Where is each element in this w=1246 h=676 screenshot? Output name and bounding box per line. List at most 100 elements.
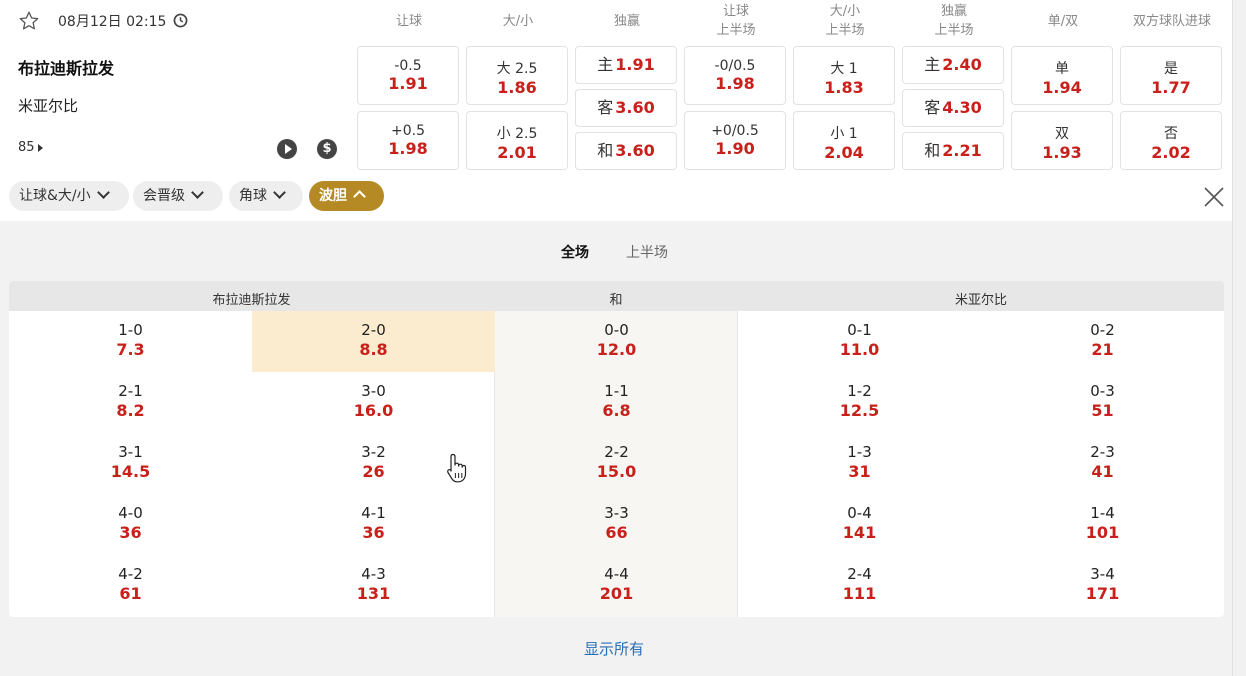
odds-button[interactable]: 主 1.91	[575, 46, 677, 84]
market-header-2: 独赢	[575, 12, 679, 31]
score-cell[interactable]: 0-1 11.0	[738, 311, 981, 372]
score-odd: 6.8	[602, 401, 631, 420]
chevron-up-icon	[353, 190, 366, 203]
score-cell[interactable]: 4-4 201	[495, 555, 738, 616]
score-label: 0-3	[1090, 382, 1115, 400]
odds-value: 2.04	[824, 143, 864, 162]
odds-button[interactable]: 大 2.5 1.86	[466, 46, 568, 105]
dollar-icon[interactable]: $	[317, 139, 337, 159]
score-odd: 14.5	[110, 462, 151, 481]
score-cell[interactable]: 4-2 61	[9, 555, 252, 616]
market-header-7: 双方球队进球	[1120, 12, 1224, 31]
score-label: 1-0	[118, 321, 143, 339]
score-label: 1-3	[847, 443, 872, 461]
score-cell[interactable]: 1-0 7.3	[9, 311, 252, 372]
score-odd: 66	[605, 523, 628, 542]
score-odd: 21	[1091, 340, 1114, 359]
odds-label: 客	[597, 98, 614, 117]
score-cell[interactable]: 0-4 141	[738, 494, 981, 555]
odds-button[interactable]: 是 1.77	[1120, 46, 1222, 105]
chevron-down-icon	[273, 186, 286, 199]
home-team-name: 布拉迪斯拉发	[18, 59, 115, 78]
score-cell[interactable]: 2-2 15.0	[495, 433, 738, 494]
draw-header: 和	[609, 293, 623, 308]
filter-pill-0[interactable]: 让球&大/小	[9, 181, 129, 211]
odds-button[interactable]: 和 3.60	[575, 132, 677, 170]
market-header-line: 上半场	[716, 23, 756, 38]
odds-button[interactable]: 否 2.02	[1120, 111, 1222, 170]
scrollbar[interactable]	[1232, 0, 1246, 676]
score-cell[interactable]: 3-1 14.5	[9, 433, 252, 494]
score-label: 0-2	[1090, 321, 1115, 339]
odds-button[interactable]: -0.5 1.91	[357, 46, 459, 105]
score-odd: 61	[119, 584, 142, 603]
odds-button[interactable]: 客 4.30	[902, 89, 1004, 127]
score-cell[interactable]: 2-3 41	[981, 433, 1224, 494]
score-cell[interactable]: 1-1 6.8	[495, 372, 738, 433]
odds-button[interactable]: 双 1.93	[1011, 111, 1113, 170]
odds-button[interactable]: 客 3.60	[575, 89, 677, 127]
score-odd: 36	[119, 523, 142, 542]
filter-pill-2[interactable]: 角球	[229, 181, 303, 211]
market-header-line: 双方球队进球	[1132, 14, 1211, 29]
score-odd: 12.0	[596, 340, 637, 359]
score-odd: 131	[356, 584, 391, 603]
odds-button[interactable]: 主 2.40	[902, 46, 1004, 84]
close-icon[interactable]	[1202, 185, 1226, 209]
score-label: 2-4	[847, 565, 872, 583]
match-card: 08月12日 02:15 布拉迪斯拉发 米亚尔比 85 $ 让球 -0.5 1.91…	[0, 0, 1232, 221]
star-icon[interactable]	[18, 10, 40, 32]
score-cell[interactable]: 0-3 51	[981, 372, 1224, 433]
market-header-line: 大/小	[829, 4, 861, 19]
score-cell[interactable]: 3-4 171	[981, 555, 1224, 616]
tab-full-time[interactable]: 全场	[561, 242, 589, 262]
score-label: 4-4	[604, 565, 629, 583]
score-cell[interactable]: 3-0 16.0	[252, 372, 495, 433]
odds-label: 大 1	[830, 61, 858, 77]
score-cell[interactable]: 3-3 66	[495, 494, 738, 555]
odds-value: 1.91	[388, 74, 428, 93]
score-cell[interactable]: 0-2 21	[981, 311, 1224, 372]
odds-value: 3.60	[615, 141, 655, 160]
tab-first-half[interactable]: 上半场	[626, 242, 668, 262]
market-header-3: 让球 上半场	[684, 2, 788, 40]
score-cell[interactable]: 4-0 36	[9, 494, 252, 555]
odds-label: -0.5	[394, 58, 422, 74]
show-all-link[interactable]: 显示所有	[584, 638, 644, 659]
odds-button[interactable]: -0/0.5 1.98	[684, 46, 786, 105]
odds-button[interactable]: 和 2.21	[902, 132, 1004, 170]
market-header-1: 大/小	[466, 12, 570, 31]
market-header-line: 单/双	[1047, 14, 1079, 29]
score-cell[interactable]: 1-4 101	[981, 494, 1224, 555]
odds-button[interactable]: 大 1 1.83	[793, 46, 895, 105]
score-cell[interactable]: 4-3 131	[252, 555, 495, 616]
score-cell[interactable]: 1-2 12.5	[738, 372, 981, 433]
odds-button[interactable]: 单 1.94	[1011, 46, 1113, 105]
score-cell[interactable]: 2-0 8.8	[252, 311, 495, 372]
odds-button[interactable]: +0/0.5 1.90	[684, 111, 786, 170]
market-header-line: 上半场	[825, 23, 865, 38]
score-label: 0-0	[604, 321, 629, 339]
market-header-line: 上半场	[934, 23, 974, 38]
odds-button[interactable]: 小 1 2.04	[793, 111, 895, 170]
chevron-down-icon	[96, 186, 110, 199]
odds-button[interactable]: +0.5 1.98	[357, 111, 459, 170]
play-icon[interactable]	[277, 139, 297, 159]
score-cell[interactable]: 4-1 36	[252, 494, 495, 555]
score-cell[interactable]: 1-3 31	[738, 433, 981, 494]
filter-pill-3[interactable]: 波胆	[309, 181, 384, 211]
score-odd: 36	[362, 523, 385, 542]
score-cell[interactable]: 0-0 12.0	[495, 311, 738, 372]
filter-pill-1[interactable]: 会晋级	[133, 181, 223, 211]
odds-value: 1.86	[497, 78, 537, 97]
odds-button[interactable]: 小 2.5 2.01	[466, 111, 568, 170]
score-cell[interactable]: 2-4 111	[738, 555, 981, 616]
score-cell[interactable]: 2-1 8.2	[9, 372, 252, 433]
odds-label: 单	[1055, 61, 1069, 77]
market-header-5: 独赢 上半场	[902, 2, 1006, 40]
market-header-line: 让球	[722, 4, 749, 19]
odds-value: 1.77	[1151, 78, 1191, 97]
odds-label: 是	[1164, 61, 1178, 77]
score-odd: 15.0	[596, 462, 637, 481]
score-label: 3-1	[118, 443, 143, 461]
